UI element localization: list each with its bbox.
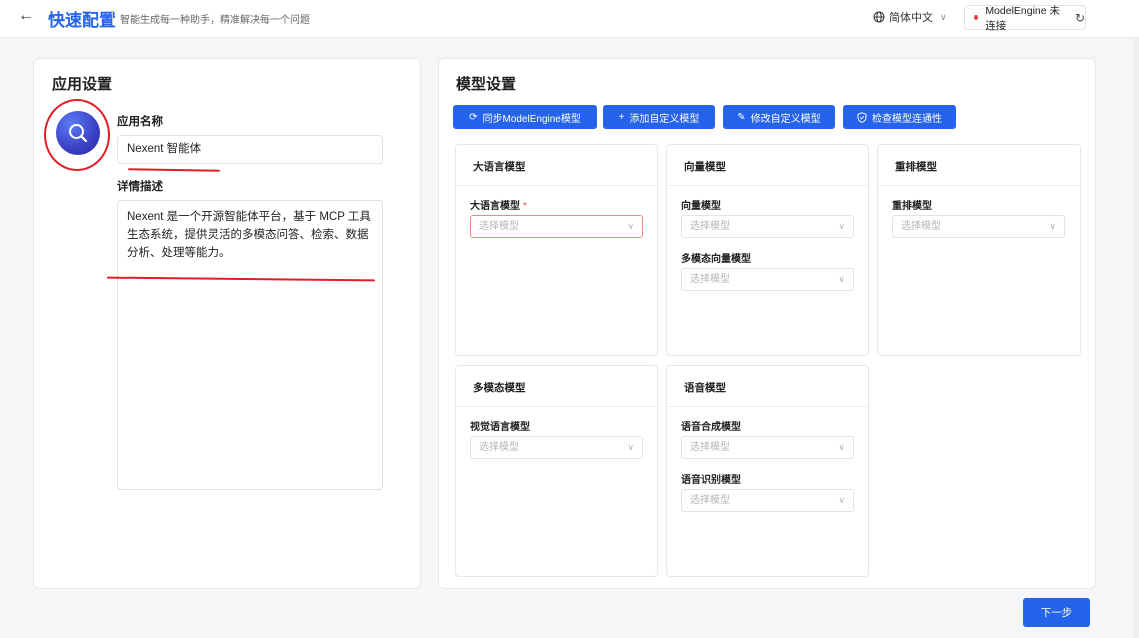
select-placeholder: 选择模型 [901,221,941,232]
chevron-down-icon: ∨ [838,221,845,231]
next-step-button[interactable]: 下一步 [1023,598,1090,627]
select-placeholder: 选择模型 [690,495,730,506]
description-label: 详情描述 [117,181,163,193]
page-scrollbar[interactable] [1133,38,1139,638]
llm-group: 大语言模型 大语言模型 * 选择模型 ∨ [455,144,658,356]
embedding-group: 向量模型 向量模型 选择模型 ∨ 多模态向量模型 选择模型 ∨ [666,144,869,356]
multimodal-group-title: 多模态模型 [456,366,657,407]
check-button-label: 检查模型连通性 [872,113,942,125]
app-name-input[interactable]: Nexent 智能体 [117,135,383,164]
app-avatar[interactable] [56,111,100,155]
select-placeholder: 选择模型 [690,442,730,453]
back-arrow-icon[interactable]: ← [18,7,34,25]
vlm-model-select[interactable]: 选择模型 ∨ [470,436,643,459]
sync-button-label: 同步ModelEngine模型 [482,113,581,125]
globe-icon [873,11,885,23]
mm-embedding-model-select[interactable]: 选择模型 ∨ [681,268,854,291]
llm-field-label: 大语言模型 * [470,197,527,212]
app-name-label: 应用名称 [117,116,163,128]
chevron-down-icon: ∨ [627,442,634,452]
app-settings-title: 应用设置 [52,76,113,93]
vlm-field-label: 视觉语言模型 [470,422,530,433]
llm-model-select[interactable]: 选择模型 ∨ [470,215,643,238]
embedding-group-title: 向量模型 [667,145,868,186]
language-label: 简体中文 [889,12,933,24]
chevron-down-icon: ∨ [838,274,845,284]
multimodal-group: 多模态模型 视觉语言模型 选择模型 ∨ [455,365,658,577]
description-textarea[interactable]: Nexent 是一个开源智能体平台，基于 MCP 工具生态系统，提供灵活的多模态… [117,200,383,490]
language-switcher[interactable]: 简体中文 ∨ [873,9,947,25]
sync-icon: ⟳ [469,111,478,123]
sync-modelengine-button[interactable]: ⟳ 同步ModelEngine模型 [453,105,597,129]
app-settings-card: 应用设置 应用名称 Nexent 智能体 详情描述 Nexent 是一个开源智能… [33,58,421,589]
shield-check-icon [857,111,867,123]
refresh-icon[interactable]: ↻ [1075,11,1085,25]
plus-icon: + [618,111,625,123]
chevron-down-icon: ∨ [838,442,845,452]
llm-group-title: 大语言模型 [456,145,657,186]
rerank-group: 重排模型 重排模型 选择模型 ∨ [877,144,1081,356]
mm-embedding-field-label: 多模态向量模型 [681,254,751,265]
status-dot [974,15,979,20]
llm-label-text: 大语言模型 [470,201,520,212]
voice-group-title: 语音模型 [667,366,868,407]
chevron-down-icon: ∨ [1049,221,1056,231]
annotation-underline [127,168,221,172]
chevron-down-icon: ∨ [940,11,947,22]
select-placeholder: 选择模型 [690,274,730,285]
embedding-field-label: 向量模型 [681,201,721,212]
rerank-model-select[interactable]: 选择模型 ∨ [892,215,1065,238]
select-placeholder: 选择模型 [479,442,519,453]
edit-custom-model-button[interactable]: ✎ 修改自定义模型 [723,105,835,129]
page-title: 快速配置 [48,11,116,30]
check-connectivity-button[interactable]: 检查模型连通性 [843,105,956,129]
asr-field-label: 语音识别模型 [681,475,741,486]
rerank-field-label: 重排模型 [892,201,932,212]
required-mark: * [523,201,527,212]
edit-icon: ✎ [737,111,746,123]
connection-status-label: ModelEngine 未连接 [985,4,1061,32]
model-settings-card: 模型设置 ⟳ 同步ModelEngine模型 + 添加自定义模型 ✎ 修改自定义… [438,58,1096,589]
tts-model-select[interactable]: 选择模型 ∨ [681,436,854,459]
page-subtitle: 智能生成每一种助手，精准解决每一个问题 [120,15,310,26]
chevron-down-icon: ∨ [838,495,845,505]
edit-button-label: 修改自定义模型 [750,113,821,125]
chevron-down-icon: ∨ [627,221,634,231]
asr-model-select[interactable]: 选择模型 ∨ [681,489,854,512]
title-divider [112,11,113,25]
add-button-label: 添加自定义模型 [629,113,700,125]
rerank-group-title: 重排模型 [878,145,1080,186]
add-custom-model-button[interactable]: + 添加自定义模型 [603,105,715,129]
select-placeholder: 选择模型 [690,221,730,232]
embedding-model-select[interactable]: 选择模型 ∨ [681,215,854,238]
connection-status: ModelEngine 未连接 ↻ [964,4,1086,32]
tts-field-label: 语音合成模型 [681,422,741,433]
voice-group: 语音模型 语音合成模型 选择模型 ∨ 语音识别模型 选择模型 ∨ [666,365,869,577]
top-header: ← 快速配置 智能生成每一种助手，精准解决每一个问题 简体中文 ∨ ModelE… [0,0,1139,38]
search-icon [69,124,88,143]
select-placeholder: 选择模型 [479,221,519,232]
model-settings-title: 模型设置 [456,76,517,93]
